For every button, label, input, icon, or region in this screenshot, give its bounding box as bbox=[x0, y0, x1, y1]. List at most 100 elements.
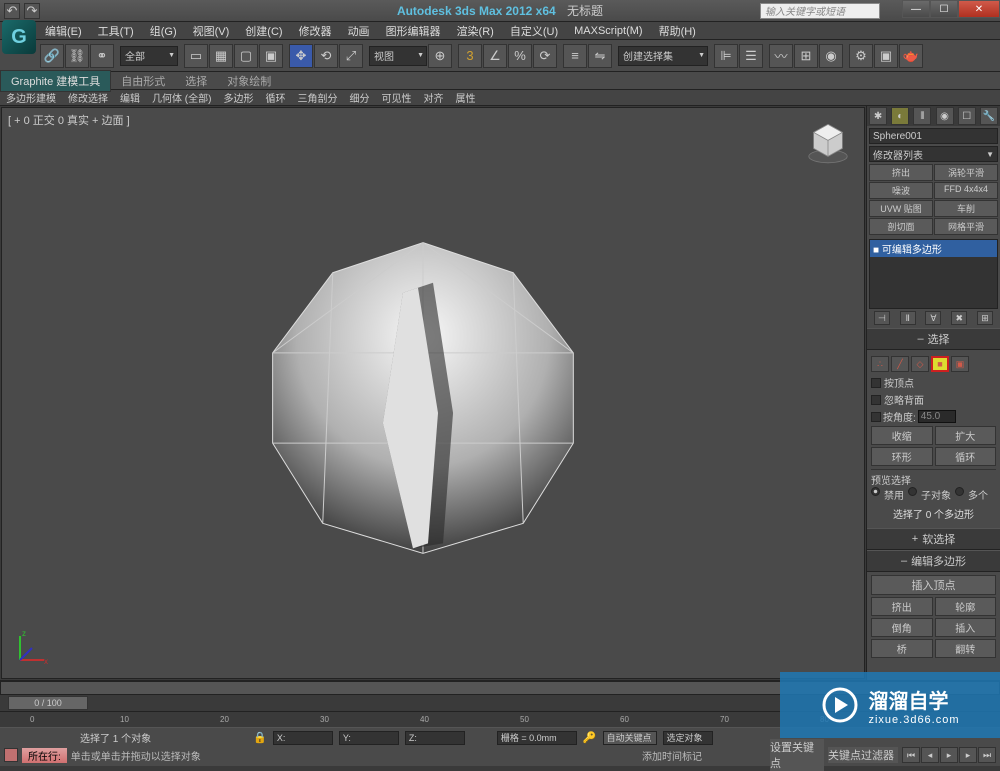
modifier-list-dropdown[interactable]: 修改器列表 bbox=[869, 146, 998, 162]
unique-icon[interactable]: ∀ bbox=[925, 311, 941, 325]
btn-bridge[interactable]: 桥 bbox=[871, 639, 933, 658]
mod-lathe[interactable]: 车削 bbox=[934, 200, 998, 217]
btn-grow[interactable]: 扩大 bbox=[935, 426, 997, 445]
lock-icon[interactable]: 🔒 bbox=[253, 731, 267, 744]
btn-bevel[interactable]: 倒角 bbox=[871, 618, 933, 637]
sub-align[interactable]: 对齐 bbox=[417, 89, 449, 106]
sub-polymodel[interactable]: 多边形建模 bbox=[0, 89, 62, 106]
menu-modifier[interactable]: 修改器 bbox=[294, 22, 337, 40]
chk-by-angle[interactable] bbox=[871, 412, 881, 422]
goto-end-icon[interactable]: ⏭ bbox=[978, 747, 996, 763]
ribbon-tab-freeform[interactable]: 自由形式 bbox=[111, 71, 175, 91]
rect-select-icon[interactable]: ▢ bbox=[234, 44, 258, 68]
play-icon[interactable]: ▸ bbox=[940, 747, 958, 763]
bind-icon[interactable]: ⚭ bbox=[90, 44, 114, 68]
config-icon[interactable]: ⊞ bbox=[977, 311, 993, 325]
autokey-button[interactable]: 自动关键点 bbox=[603, 731, 657, 745]
keyfilter-button[interactable]: 关键点过滤器 bbox=[828, 747, 898, 763]
sub-subdiv[interactable]: 细分 bbox=[343, 89, 375, 106]
x-coord[interactable]: X: bbox=[273, 731, 333, 745]
selset-dropdown[interactable]: 选定对象 bbox=[663, 731, 713, 745]
setkey-button[interactable]: 设置关键点 bbox=[770, 739, 824, 771]
btn-extrude[interactable]: 挤出 bbox=[871, 597, 933, 616]
window-crossing-icon[interactable]: ▣ bbox=[259, 44, 283, 68]
layers-icon[interactable]: ☰ bbox=[739, 44, 763, 68]
sub-modsel[interactable]: 修改选择 bbox=[62, 89, 114, 106]
time-thumb[interactable]: 0 / 100 bbox=[8, 696, 88, 710]
sub-tri[interactable]: 三角剖分 bbox=[291, 89, 343, 106]
y-coord[interactable]: Y: bbox=[339, 731, 399, 745]
modifier-stack[interactable]: ■ 可编辑多边形 bbox=[869, 239, 998, 309]
add-time-tag[interactable]: 添加时间标记 bbox=[642, 748, 702, 763]
sub-poly[interactable]: 多边形 bbox=[217, 89, 259, 106]
pin-stack-icon[interactable]: ⊣ bbox=[874, 311, 890, 325]
menu-custom[interactable]: 自定义(U) bbox=[505, 22, 563, 40]
rotate-icon[interactable]: ⟲ bbox=[314, 44, 338, 68]
curve-editor-icon[interactable]: 〰 bbox=[769, 44, 793, 68]
btn-outline[interactable]: 轮廓 bbox=[935, 597, 997, 616]
redo-icon[interactable]: ↷ bbox=[24, 3, 40, 19]
menu-edit[interactable]: 编辑(E) bbox=[40, 22, 87, 40]
radio-disable[interactable] bbox=[871, 487, 880, 496]
search-input[interactable]: 输入关键字或短语 bbox=[760, 3, 880, 19]
tab-motion-icon[interactable]: ◉ bbox=[936, 107, 954, 125]
radio-sub[interactable] bbox=[908, 487, 917, 496]
spinner-snap-icon[interactable]: ⟳ bbox=[533, 44, 557, 68]
mod-ffd[interactable]: FFD 4x4x4 bbox=[934, 182, 998, 199]
subobj-edge-icon[interactable]: ╱ bbox=[891, 356, 909, 372]
subobj-border-icon[interactable]: ◇ bbox=[911, 356, 929, 372]
move-icon[interactable]: ✥ bbox=[289, 44, 313, 68]
script-tab[interactable]: 所在行: bbox=[22, 748, 67, 763]
ribbon-tab-paint[interactable]: 对象绘制 bbox=[217, 71, 281, 91]
menu-view[interactable]: 视图(V) bbox=[188, 22, 235, 40]
z-coord[interactable]: Z: bbox=[405, 731, 465, 745]
mirror-icon[interactable]: ⇋ bbox=[588, 44, 612, 68]
key-icon[interactable]: 🔑 bbox=[583, 731, 597, 744]
viewcube[interactable] bbox=[804, 118, 852, 166]
script-rec-icon[interactable] bbox=[4, 748, 18, 762]
schematic-icon[interactable]: ⊞ bbox=[794, 44, 818, 68]
menu-group[interactable]: 组(G) bbox=[145, 22, 182, 40]
menu-script[interactable]: MAXScript(M) bbox=[569, 24, 647, 38]
link-icon[interactable]: 🔗 bbox=[40, 44, 64, 68]
maximize-button[interactable]: ☐ bbox=[930, 0, 958, 18]
prev-frame-icon[interactable]: ◂ bbox=[921, 747, 939, 763]
subobj-element-icon[interactable]: ▣ bbox=[951, 356, 969, 372]
viewport[interactable]: [ + 0 正交 0 真实 + 边面 ] bbox=[1, 107, 865, 679]
selection-filter[interactable]: 全部 bbox=[120, 46, 178, 66]
mod-meshsmooth[interactable]: 网格平滑 bbox=[934, 218, 998, 235]
create-sel-set[interactable]: 创建选择集 bbox=[618, 46, 708, 66]
sub-vis[interactable]: 可见性 bbox=[375, 89, 417, 106]
ref-coord[interactable]: 视图 bbox=[369, 46, 427, 66]
remove-mod-icon[interactable]: ✖ bbox=[951, 311, 967, 325]
btn-shrink[interactable]: 收缩 bbox=[871, 426, 933, 445]
rollout-editpoly[interactable]: –编辑多边形 bbox=[867, 550, 1000, 572]
chk-by-vertex[interactable] bbox=[871, 378, 881, 388]
mod-slice[interactable]: 剖切面 bbox=[869, 218, 933, 235]
object-name-field[interactable]: Sphere001 bbox=[869, 128, 998, 144]
menu-anim[interactable]: 动画 bbox=[343, 22, 375, 40]
chk-ignore-back[interactable] bbox=[871, 395, 881, 405]
tab-display-icon[interactable]: ☐ bbox=[958, 107, 976, 125]
btn-flip[interactable]: 翻转 bbox=[935, 639, 997, 658]
viewport-label[interactable]: [ + 0 正交 0 真实 + 边面 ] bbox=[8, 112, 130, 128]
sub-edit[interactable]: 编辑 bbox=[114, 89, 146, 106]
pivot-icon[interactable]: ⊕ bbox=[428, 44, 452, 68]
radio-multi[interactable] bbox=[955, 487, 964, 496]
sub-props[interactable]: 属性 bbox=[449, 89, 481, 106]
tab-create-icon[interactable]: ✱ bbox=[869, 107, 887, 125]
menu-render[interactable]: 渲染(R) bbox=[452, 22, 499, 40]
close-button[interactable]: ✕ bbox=[958, 0, 1000, 18]
subobj-polygon-icon[interactable]: ■ bbox=[931, 356, 949, 372]
snap-toggle-icon[interactable]: 3 bbox=[458, 44, 482, 68]
angle-value[interactable]: 45.0 bbox=[918, 410, 956, 423]
mod-uvw[interactable]: UVW 贴图 bbox=[869, 200, 933, 217]
render-setup-icon[interactable]: ⚙ bbox=[849, 44, 873, 68]
menu-help[interactable]: 帮助(H) bbox=[654, 22, 701, 40]
align-icon[interactable]: ⊫ bbox=[714, 44, 738, 68]
tab-modify-icon[interactable]: ◐ bbox=[891, 107, 909, 125]
rollout-selection[interactable]: –选择 bbox=[867, 328, 1000, 350]
tab-utility-icon[interactable]: 🔧 bbox=[980, 107, 998, 125]
app-menu-icon[interactable]: G bbox=[2, 20, 36, 54]
material-icon[interactable]: ◉ bbox=[819, 44, 843, 68]
